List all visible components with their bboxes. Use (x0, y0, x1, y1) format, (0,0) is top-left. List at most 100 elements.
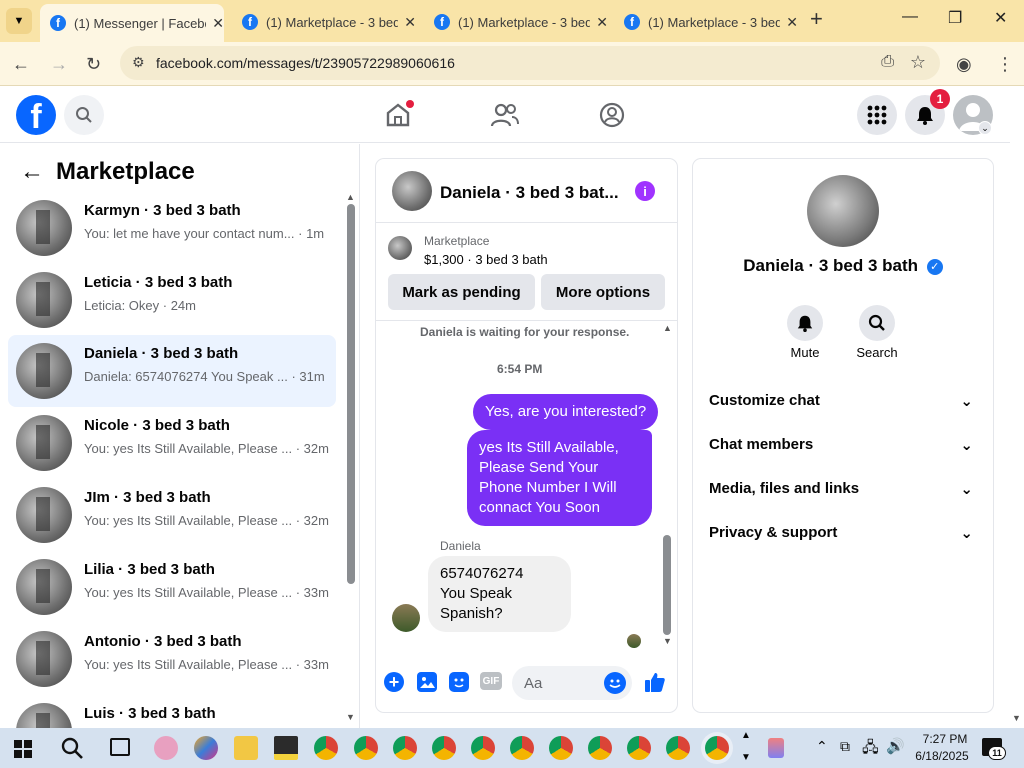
tab-marketplace-1[interactable]: f (1) Marketplace - 3 bed ✕ (232, 6, 416, 38)
photo-button[interactable] (417, 672, 437, 692)
conversation-item[interactable]: Luis · 3 bed 3 bath (8, 695, 336, 728)
task-view-icon[interactable] (110, 738, 130, 756)
tab-messenger[interactable]: f (1) Messenger | Facebook ✕ (40, 4, 224, 42)
taskbar-overflow-down-icon[interactable]: ▼ (741, 752, 751, 763)
sender-avatar[interactable] (392, 604, 420, 632)
chrome-icon[interactable] (588, 736, 612, 760)
chrome-icon[interactable] (549, 736, 573, 760)
outgoing-message[interactable]: yes Its Still Available, Please Send You… (467, 430, 652, 526)
notification-center-button[interactable]: 11 (982, 738, 1006, 760)
home-nav[interactable] (384, 100, 414, 134)
tab-close-icon[interactable]: ✕ (212, 15, 224, 32)
facebook-logo[interactable]: f (16, 95, 56, 135)
clock-date[interactable]: 6/18/2025 (908, 749, 976, 763)
chrome-icon[interactable] (471, 736, 495, 760)
chat-avatar[interactable] (392, 171, 432, 211)
chrome-icon[interactable] (354, 736, 378, 760)
conversation-item[interactable]: Karmyn · 3 bed 3 bath You: let me have y… (8, 192, 336, 264)
new-tab-button[interactable]: + (810, 6, 823, 32)
chrome-icon[interactable] (393, 736, 417, 760)
chrome-icon[interactable] (666, 736, 690, 760)
reload-icon[interactable]: ↻ (86, 54, 101, 75)
like-button[interactable] (643, 670, 667, 699)
listing-price: $1,300 · 3 bed 3 bath (424, 252, 548, 267)
conversation-list-scrollbar[interactable] (347, 204, 355, 584)
url-field[interactable]: ⚙ facebook.com/messages/t/23905722989060… (120, 46, 940, 80)
listing-thumbnail[interactable] (388, 236, 412, 260)
conversation-item-selected[interactable]: Daniela · 3 bed 3 bath Daniela: 65740762… (8, 335, 336, 407)
chrome-icon[interactable] (314, 736, 338, 760)
outgoing-message[interactable]: Yes, are you interested? (473, 394, 659, 430)
clock-time[interactable]: 7:27 PM (914, 732, 976, 746)
chrome-icon[interactable] (627, 736, 651, 760)
start-button[interactable] (14, 740, 32, 763)
chat-scroll-down-icon[interactable]: ▼ (663, 636, 672, 646)
chrome-icon[interactable] (510, 736, 534, 760)
mute-button[interactable] (787, 305, 823, 341)
profile-icon[interactable]: ◉ (956, 54, 972, 75)
more-options-button[interactable]: More options (541, 274, 665, 310)
browser-menu-icon[interactable]: ⋮ (996, 54, 1014, 75)
windows-logo-icon (14, 740, 32, 758)
back-icon[interactable]: ← (12, 54, 30, 75)
taskbar-search-button[interactable] (60, 736, 84, 765)
chrome-icon[interactable] (432, 736, 456, 760)
menu-button[interactable] (857, 95, 897, 135)
incoming-message[interactable]: 6574076274 You Speak Spanish? (428, 556, 571, 632)
file-explorer-icon[interactable] (234, 736, 258, 760)
message-input[interactable]: Aa (512, 666, 632, 700)
forward-icon[interactable]: → (50, 54, 68, 75)
chat-members-section[interactable]: Chat members ⌄ (709, 436, 981, 454)
show-hidden-icons-chevron-icon[interactable]: ⌃ (816, 738, 828, 755)
add-attachment-button[interactable]: + (384, 672, 404, 692)
site-info-icon[interactable]: ⚙ (132, 54, 145, 71)
emoji-button[interactable] (604, 672, 626, 694)
conversation-item[interactable]: Lilia · 3 bed 3 bath You: yes Its Still … (8, 551, 336, 623)
minimize-icon[interactable]: — (902, 8, 918, 26)
contact-avatar[interactable] (807, 175, 879, 247)
conversation-item[interactable]: JIm · 3 bed 3 bath You: yes Its Still Av… (8, 479, 336, 551)
paint-app-icon[interactable] (154, 736, 178, 760)
chat-scroll-up-icon[interactable]: ▲ (663, 323, 672, 333)
back-arrow-icon[interactable]: ← (20, 158, 44, 186)
search-chat-button[interactable] (859, 305, 895, 341)
scroll-down-arrow-icon[interactable]: ▼ (346, 712, 355, 722)
sticker-button[interactable] (449, 672, 469, 692)
tab-close-icon[interactable]: ✕ (786, 14, 798, 31)
maximize-icon[interactable]: ❐ (948, 8, 962, 28)
sticky-notes-icon[interactable] (274, 736, 298, 760)
mark-pending-button[interactable]: Mark as pending (388, 274, 535, 310)
conversation-item[interactable]: Leticia · 3 bed 3 bath Leticia: Okey · 2… (8, 264, 336, 336)
chat-scrollbar[interactable] (663, 535, 671, 635)
copilot-app-icon[interactable] (194, 736, 218, 760)
tab-close-icon[interactable]: ✕ (596, 14, 608, 31)
friends-nav[interactable] (490, 101, 520, 134)
privacy-support-section[interactable]: Privacy & support ⌄ (709, 524, 981, 542)
groups-nav[interactable] (598, 101, 626, 134)
install-app-icon[interactable]: ⎙ (881, 53, 894, 71)
page-scroll-down-icon[interactable]: ▼ (1012, 713, 1021, 723)
facebook-header: f 1 ⌄ (0, 87, 1010, 143)
search-button[interactable] (64, 95, 104, 135)
taskbar-overflow-up-icon[interactable]: ▲ (741, 730, 751, 741)
tab-marketplace-2[interactable]: f (1) Marketplace - 3 bed ✕ (424, 6, 608, 38)
account-chevron-icon[interactable]: ⌄ (978, 121, 992, 135)
bookmark-star-icon[interactable]: ☆ (910, 52, 926, 73)
tab-search-button[interactable]: ▼ (6, 8, 32, 34)
close-window-icon[interactable]: ✕ (994, 8, 1007, 28)
volume-icon[interactable]: 🔊 (886, 737, 905, 755)
scroll-up-arrow-icon[interactable]: ▲ (346, 192, 355, 202)
chrome-active-icon[interactable] (705, 736, 729, 760)
tab-close-icon[interactable]: ✕ (404, 14, 416, 31)
conversation-item[interactable]: Nicole · 3 bed 3 bath You: yes Its Still… (8, 407, 336, 479)
chat-info-button[interactable]: i (635, 181, 655, 201)
media-files-links-section[interactable]: Media, files and links ⌄ (709, 480, 981, 498)
tray-app-icon[interactable] (768, 738, 784, 758)
chat-title[interactable]: Daniela · 3 bed 3 bat... (440, 183, 619, 203)
tab-marketplace-3[interactable]: f (1) Marketplace - 3 bed ✕ (614, 6, 798, 38)
conversation-item[interactable]: Antonio · 3 bed 3 bath You: yes Its Stil… (8, 623, 336, 695)
customize-chat-section[interactable]: Customize chat ⌄ (709, 392, 981, 410)
gif-button[interactable]: GIF (480, 672, 502, 690)
meet-now-icon[interactable]: ⧉ (840, 738, 850, 755)
network-icon[interactable]: 🖧 (862, 737, 879, 762)
